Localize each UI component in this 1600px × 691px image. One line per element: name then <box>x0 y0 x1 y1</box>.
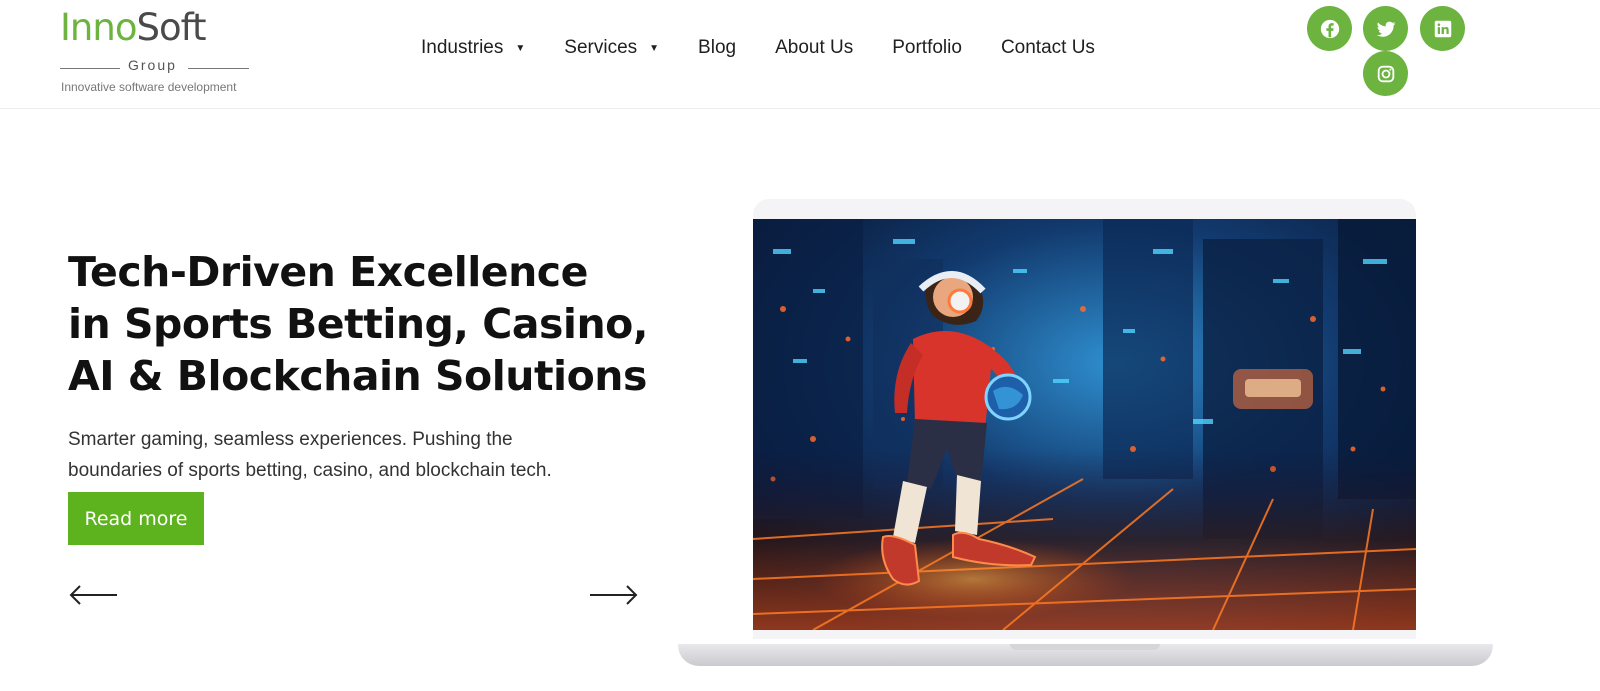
facebook-icon <box>1320 19 1339 38</box>
caret-down-icon: ▼ <box>649 42 660 54</box>
logo-wordmark: InnoSoft <box>60 6 206 50</box>
laptop-notch <box>1010 644 1160 650</box>
hero-title: Tech-Driven Excellence in Sports Betting… <box>68 246 688 402</box>
hero-title-line: in Sports Betting, Casino, <box>68 300 648 348</box>
twitter-icon <box>1376 21 1395 37</box>
logo-group-text: Group <box>128 57 177 73</box>
nav-item-label: Services <box>564 37 638 58</box>
slider-next-button[interactable] <box>589 582 639 608</box>
logo-tagline: Innovative software development <box>61 80 237 94</box>
arrow-left-icon <box>69 585 117 605</box>
logo-rule-left <box>60 68 120 69</box>
nav-item-label: Blog <box>698 37 737 58</box>
main-nav: Industries ▼ Services ▼ Blog About Us Po… <box>421 36 1095 60</box>
nav-item-label: About Us <box>775 37 854 58</box>
nav-item-industries[interactable]: Industries ▼ <box>421 37 525 59</box>
hero-subtitle-line: boundaries of sports betting, casino, an… <box>68 460 552 481</box>
facebook-button[interactable] <box>1307 6 1352 51</box>
nav-item-label: Portfolio <box>892 37 962 58</box>
nav-item-portfolio[interactable]: Portfolio <box>892 37 962 59</box>
page: InnoSoft Group Innovative software devel… <box>0 0 1600 691</box>
nav-item-label: Contact Us <box>1000 37 1095 58</box>
instagram-icon <box>1377 65 1394 82</box>
slider-prev-button[interactable] <box>68 582 118 608</box>
brand-logo[interactable]: InnoSoft Group Innovative software devel… <box>60 6 260 98</box>
logo-soft-text: Soft <box>136 6 206 49</box>
logo-rule-right <box>188 68 249 69</box>
nav-item-label: Industries <box>421 37 504 58</box>
hero-title-line: AI & Blockchain Solutions <box>68 352 647 400</box>
hero-slide-image <box>753 219 1416 630</box>
hero-subtitle-line: Smarter gaming, seamless experiences. Pu… <box>68 429 513 450</box>
site-header: InnoSoft Group Innovative software devel… <box>0 0 1600 109</box>
read-more-button[interactable]: Read more <box>68 492 204 545</box>
linkedin-button[interactable] <box>1420 6 1465 51</box>
linkedin-icon <box>1434 20 1451 37</box>
nav-item-blog[interactable]: Blog <box>698 37 736 59</box>
caret-down-icon: ▼ <box>515 42 526 54</box>
nav-item-about-us[interactable]: About Us <box>775 37 853 59</box>
cyber-player-illustration <box>753 219 1416 630</box>
hero-title-line: Tech-Driven Excellence <box>68 248 588 296</box>
nav-item-contact-us[interactable]: Contact Us <box>1001 37 1095 59</box>
logo-inno-text: Inno <box>60 6 137 49</box>
arrow-right-icon <box>590 585 638 605</box>
twitter-button[interactable] <box>1363 6 1408 51</box>
instagram-button[interactable] <box>1363 51 1408 96</box>
hero-subtitle: Smarter gaming, seamless experiences. Pu… <box>68 424 628 486</box>
nav-item-services[interactable]: Services ▼ <box>564 37 659 59</box>
